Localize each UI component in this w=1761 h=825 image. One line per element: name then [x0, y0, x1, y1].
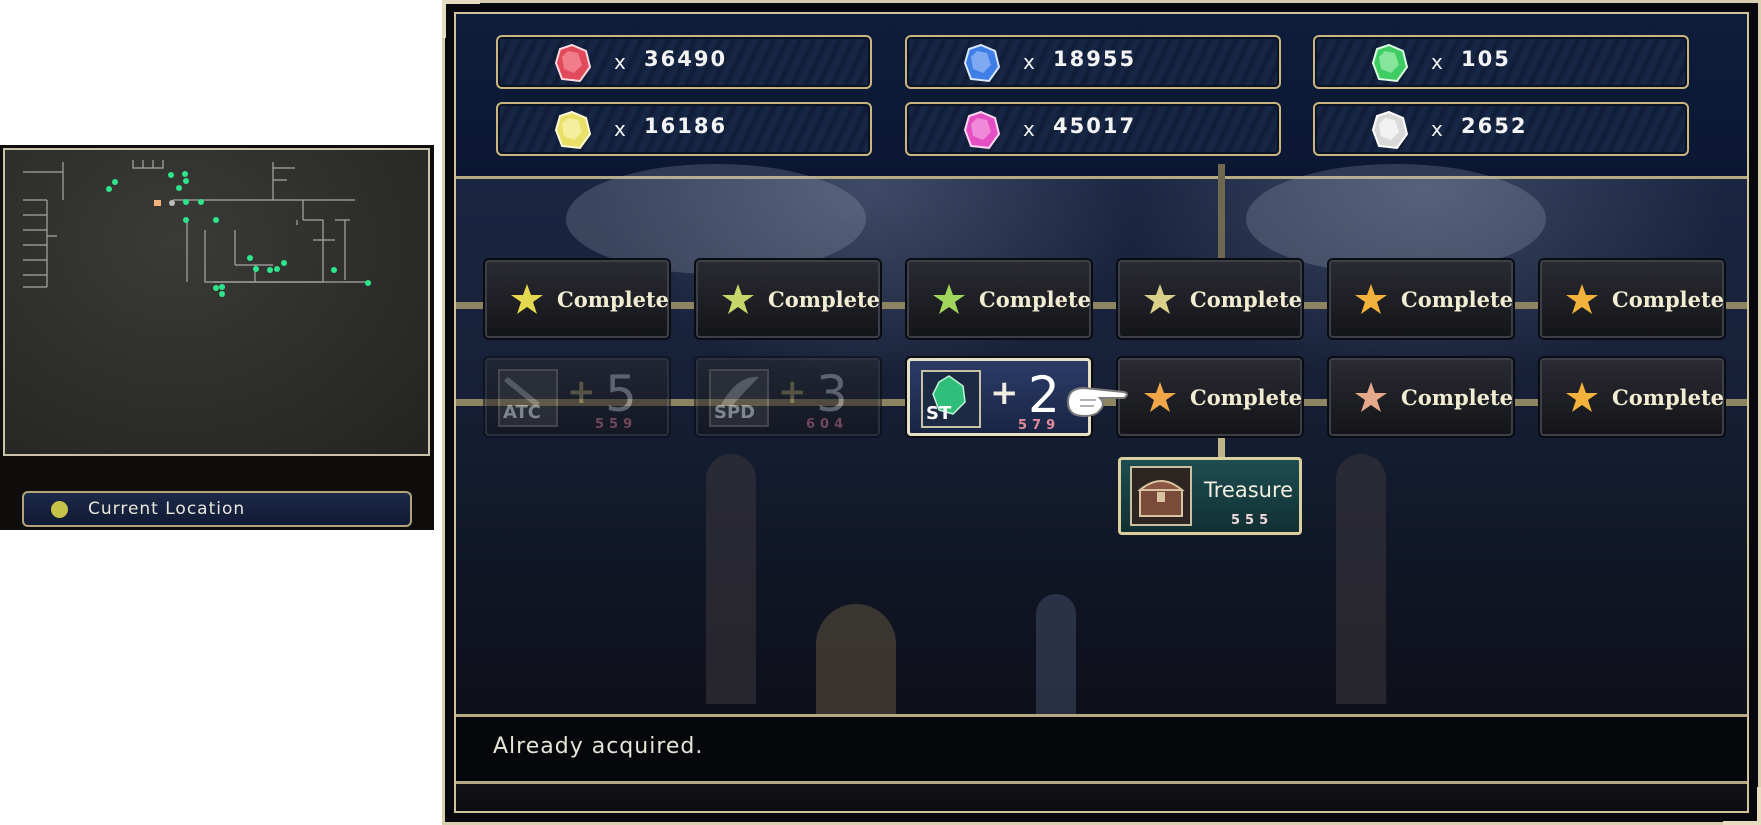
gem-counter-green: x 105 — [1313, 35, 1689, 89]
hero-silhouette — [816, 604, 896, 714]
treasure-cost: 555 — [1231, 513, 1274, 528]
background-dome — [1246, 164, 1546, 274]
gem-x-label: x — [614, 117, 626, 141]
stat-cost: 559 — [595, 417, 638, 432]
scene-floor — [456, 784, 1747, 811]
stat-value: 2 — [1028, 366, 1060, 424]
gem-count: 2652 — [1461, 114, 1528, 138]
gem-x-label: x — [1431, 50, 1443, 74]
stat-cost: 579 — [1018, 418, 1061, 433]
gem-counter-blue: x 18955 — [905, 35, 1281, 89]
gem-inventory-header: x 36490 x 18955 x 105 x 16186 x 45017 x … — [456, 14, 1747, 179]
stat-plus: + — [778, 372, 807, 412]
skill-node-complete[interactable]: Complete — [1540, 260, 1724, 338]
stat-value: 3 — [816, 365, 848, 423]
stat-node-spd[interactable]: SPD + 3 604 — [696, 358, 880, 436]
node-label: Complete — [1401, 385, 1514, 410]
stat-node-st-selected[interactable]: ST + 2 579 — [907, 358, 1091, 436]
blue-gem-icon — [963, 43, 1001, 83]
stat-plus: + — [990, 373, 1019, 413]
pink-gem-icon — [963, 110, 1001, 150]
stat-node-atc[interactable]: ATC + 5 559 — [485, 358, 669, 436]
star-icon — [1144, 284, 1176, 314]
frame-corner-ornament — [1723, 787, 1761, 825]
star-icon — [1566, 284, 1598, 314]
skill-tree-frame: x 36490 x 18955 x 105 x 16186 x 45017 x … — [454, 12, 1749, 813]
star-icon — [1355, 284, 1387, 314]
gem-x-label: x — [614, 50, 626, 74]
white-gem-icon — [1371, 110, 1409, 150]
message-text: Already acquired. — [493, 734, 704, 759]
stat-badge-label: SPD — [714, 402, 756, 423]
red-gem-icon — [554, 43, 592, 83]
stat-badge-label: ATC — [503, 402, 542, 423]
gem-counter-pink: x 45017 — [905, 102, 1281, 156]
star-icon — [1566, 382, 1598, 412]
stat-cost: 604 — [806, 417, 849, 432]
node-label: Complete — [1401, 287, 1514, 312]
current-location-dot-icon — [51, 501, 68, 518]
gem-count: 36490 — [644, 47, 728, 71]
gem-x-label: x — [1023, 50, 1035, 74]
minimap-panel: Current Location — [0, 145, 434, 530]
skill-node-complete[interactable]: Complete — [1329, 260, 1513, 338]
skill-tree-panel: x 36490 x 18955 x 105 x 16186 x 45017 x … — [442, 0, 1761, 825]
node-label: Complete — [979, 287, 1092, 312]
treasure-label: Treasure — [1204, 478, 1294, 502]
node-label: Complete — [1612, 385, 1725, 410]
green-gem-icon — [1371, 43, 1409, 83]
skill-node-complete[interactable]: Complete — [1118, 260, 1302, 338]
star-icon — [1144, 382, 1176, 412]
yellow-gem-icon — [554, 110, 592, 150]
save-room-icon — [154, 200, 161, 206]
skill-node-complete[interactable]: Complete — [907, 260, 1091, 338]
current-location-label: Current Location — [88, 499, 246, 519]
skill-node-complete[interactable]: Complete — [485, 260, 669, 338]
node-label: Complete — [1190, 385, 1303, 410]
node-label: Complete — [1190, 287, 1303, 312]
gem-count: 18955 — [1053, 47, 1137, 71]
minimap-map — [23, 160, 371, 297]
gem-x-label: x — [1023, 117, 1035, 141]
message-bar: Already acquired. — [456, 714, 1747, 784]
wing-icon: SPD — [709, 369, 769, 427]
room-markers — [106, 171, 371, 297]
background-window — [706, 454, 756, 704]
star-icon — [722, 284, 754, 314]
gem-x-label: x — [1431, 117, 1443, 141]
background-window — [1336, 454, 1386, 704]
connector-vertical — [1218, 164, 1225, 274]
stat-badge-label: ST — [926, 403, 952, 424]
gem-counter-red: x 36490 — [496, 35, 872, 89]
gem-count: 45017 — [1053, 114, 1137, 138]
treasure-node[interactable]: Treasure 555 — [1118, 457, 1302, 535]
node-label: Complete — [768, 287, 881, 312]
node-label: Complete — [1612, 287, 1725, 312]
frame-corner-ornament — [442, 0, 480, 38]
gem-count: 16186 — [644, 114, 728, 138]
gem-counter-white: x 2652 — [1313, 102, 1689, 156]
green-crystal-icon: ST — [921, 370, 981, 428]
pointing-hand-cursor-icon — [1066, 386, 1128, 418]
background-dome — [566, 164, 866, 274]
npc-silhouette — [1036, 594, 1076, 714]
sword-icon: ATC — [498, 369, 558, 427]
skill-node-complete[interactable]: Complete — [1329, 358, 1513, 436]
stat-plus: + — [567, 372, 596, 412]
gem-count: 105 — [1461, 47, 1511, 71]
skill-node-complete[interactable]: Complete — [1118, 358, 1302, 436]
star-icon — [511, 284, 543, 314]
current-location-legend: Current Location — [22, 491, 412, 527]
minimap — [3, 148, 430, 456]
star-icon — [933, 284, 965, 314]
skill-node-complete[interactable]: Complete — [696, 260, 880, 338]
treasure-chest-icon — [1130, 466, 1192, 526]
stat-value: 5 — [605, 365, 637, 423]
gem-counter-yellow: x 16186 — [496, 102, 872, 156]
node-label: Complete — [557, 287, 670, 312]
skill-node-complete[interactable]: Complete — [1540, 358, 1724, 436]
star-icon — [1355, 382, 1387, 412]
